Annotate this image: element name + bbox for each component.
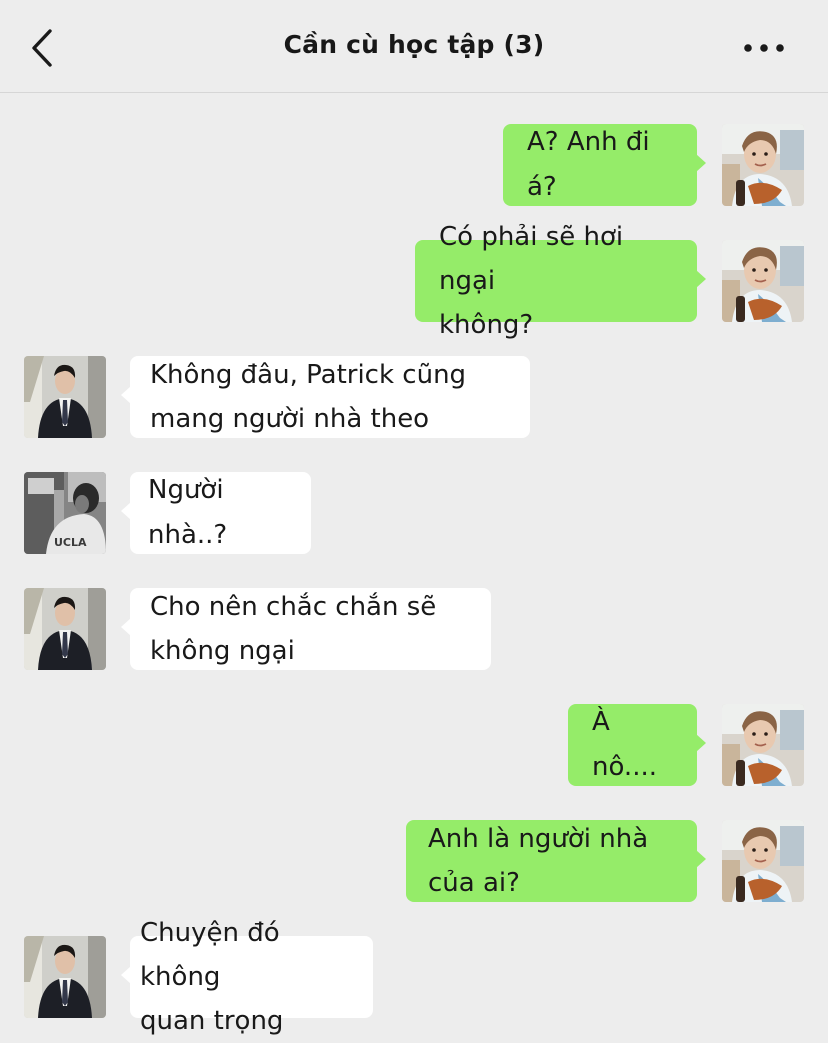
chat-title: Cần cù học tập (3)	[283, 30, 545, 59]
message-row: Anh là người nhà của ai?	[0, 820, 828, 902]
message-bubble[interactable]: Người nhà..?	[121, 472, 311, 554]
message-bubble[interactable]: À nô....	[568, 704, 706, 786]
more-options-button[interactable]	[740, 30, 796, 66]
avatar-suit-man[interactable]	[24, 588, 106, 670]
message-row: Không đâu, Patrick cũng mang người nhà t…	[0, 356, 828, 438]
message-bubble[interactable]: Có phải sẽ hơi ngại không?	[415, 222, 706, 340]
message-row: Cho nên chắc chắn sẽ không ngại	[0, 588, 828, 670]
svg-text:UCLA: UCLA	[54, 536, 87, 549]
message-text: Không đâu, Patrick cũng mang người nhà t…	[150, 360, 467, 434]
avatar-self[interactable]	[722, 820, 804, 902]
message-bubble[interactable]: A? Anh đi á?	[503, 124, 706, 206]
more-dots-icon	[744, 44, 784, 52]
message-bubble[interactable]: Cho nên chắc chắn sẽ không ngại	[121, 588, 491, 670]
message-text: Chuyện đó không quan trọng	[140, 918, 284, 1036]
message-bubble[interactable]: Chuyện đó không quan trọng	[121, 918, 373, 1036]
avatar-suit-man[interactable]	[24, 936, 106, 1018]
message-text: Người nhà..?	[148, 475, 228, 550]
message-text: A? Anh đi á?	[527, 127, 650, 202]
message-row: À nô....	[0, 704, 828, 786]
avatar-suit-man[interactable]	[24, 356, 106, 438]
message-text: À nô....	[592, 707, 657, 782]
message-list[interactable]: A? Anh đi á? Có phải sẽ hơi ngại không? …	[0, 93, 828, 1037]
message-text: Anh là người nhà của ai?	[428, 824, 649, 898]
message-bubble[interactable]: Không đâu, Patrick cũng mang người nhà t…	[121, 356, 530, 438]
message-row: A? Anh đi á?	[0, 124, 828, 206]
chat-header: Cần cù học tập (3)	[0, 0, 828, 93]
avatar-self[interactable]	[722, 240, 804, 322]
message-text: Cho nên chắc chắn sẽ không ngại	[150, 592, 437, 666]
avatar-self[interactable]	[722, 704, 804, 786]
avatar-self[interactable]	[722, 124, 804, 206]
message-row: Có phải sẽ hơi ngại không?	[0, 222, 828, 340]
avatar-bw-photo[interactable]: UCLA	[24, 472, 106, 554]
message-text: Có phải sẽ hơi ngại không?	[439, 222, 624, 340]
message-row: UCLA Người nhà..?	[0, 472, 828, 554]
message-row: Chuyện đó không quan trọng	[0, 918, 828, 1036]
message-bubble[interactable]: Anh là người nhà của ai?	[406, 820, 706, 902]
